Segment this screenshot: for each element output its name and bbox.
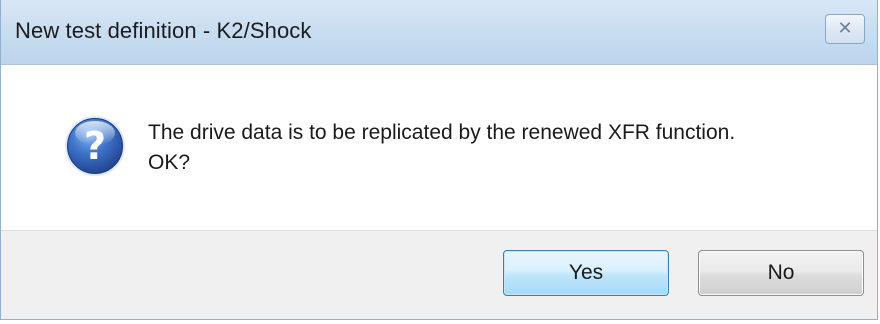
dialog-content: ? The drive data is to be replicated by …: [1, 65, 877, 230]
message-text: The drive data is to be replicated by th…: [148, 118, 735, 178]
no-button[interactable]: No: [698, 250, 864, 296]
close-button[interactable]: ✕: [825, 14, 865, 44]
dialog-title: New test definition - K2/Shock: [15, 18, 312, 43]
message-line-1: The drive data is to be replicated by th…: [148, 121, 736, 144]
title-bar[interactable]: New test definition - K2/Shock ✕: [1, 0, 877, 65]
yes-button[interactable]: Yes: [503, 250, 669, 296]
button-bar: Yes No: [1, 230, 877, 319]
close-icon: ✕: [837, 18, 853, 39]
dialog-window: New test definition - K2/Shock ✕ ? The d…: [0, 0, 878, 320]
question-icon: ?: [65, 116, 125, 176]
question-mark: ?: [84, 124, 106, 168]
message-line-2: OK?: [148, 151, 191, 174]
